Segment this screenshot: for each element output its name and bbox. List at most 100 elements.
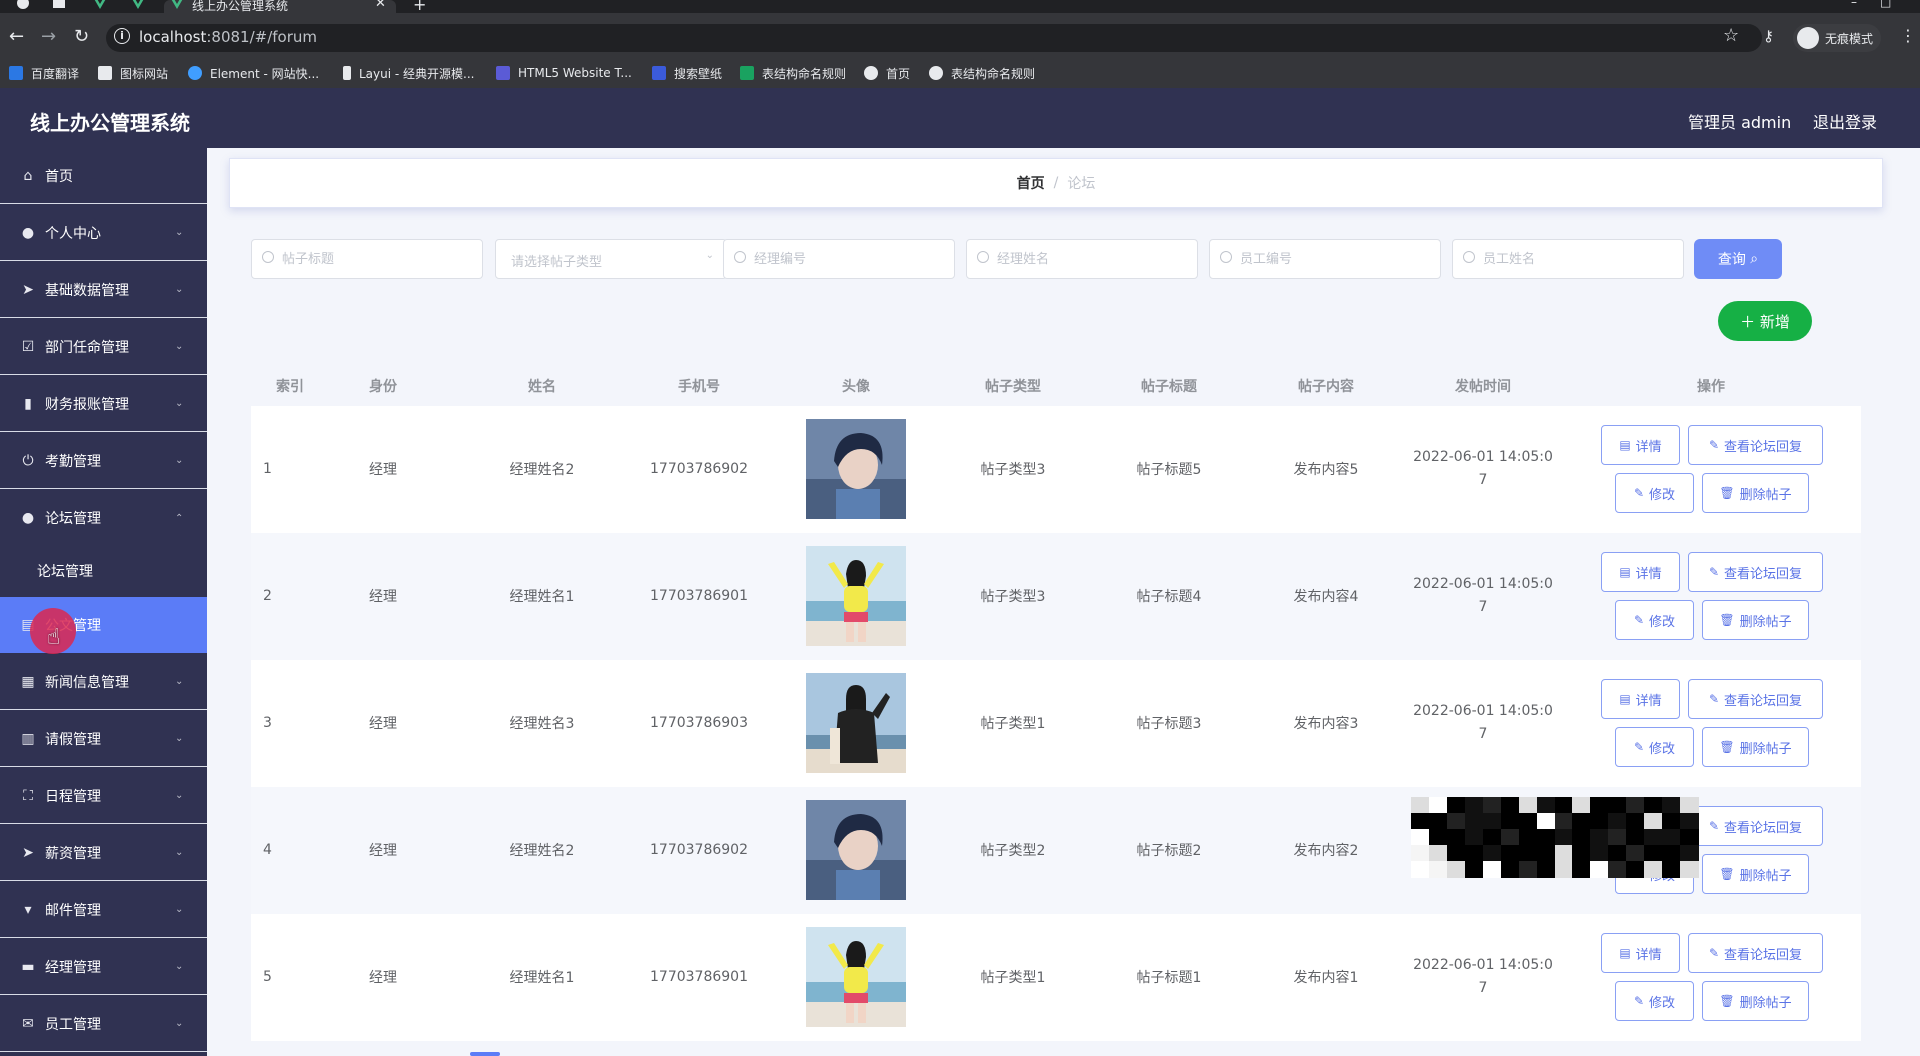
view-replies-button[interactable]: ✎ 查看论坛回复 bbox=[1688, 552, 1823, 592]
mosaic-cell bbox=[1626, 829, 1645, 846]
view-replies-button[interactable]: ✎ 查看论坛回复 bbox=[1688, 679, 1823, 719]
delete-post-button[interactable]: 🗑 删除帖子 bbox=[1702, 473, 1809, 513]
cell-phone: 17703786902 bbox=[650, 461, 748, 477]
back-icon[interactable]: ← bbox=[9, 27, 24, 47]
sidebar-item-basic-data[interactable]: ➤ 基础数据管理 ⌄ bbox=[0, 262, 207, 318]
bookmark-star-icon[interactable]: ☆ bbox=[1723, 25, 1739, 46]
query-button[interactable]: 查询 ⌕ bbox=[1694, 239, 1782, 279]
add-button[interactable]: ＋ 新增 bbox=[1718, 301, 1812, 341]
sidebar-item-forum[interactable]: ● 论坛管理 ⌃ bbox=[0, 490, 207, 546]
staff-no-input[interactable] bbox=[1240, 248, 1430, 270]
sidebar-item-dept[interactable]: ☑ 部门任命管理 ⌄ bbox=[0, 319, 207, 375]
chevron-down-icon: ⌄ bbox=[175, 1018, 184, 1029]
sidebar-item-home[interactable]: ⌂ 首页 bbox=[0, 148, 207, 204]
avatar bbox=[806, 673, 906, 773]
sidebar-item-salary[interactable]: ➤ 薪资管理 ⌄ bbox=[0, 825, 207, 881]
view-replies-button[interactable]: ✎ 查看论坛回复 bbox=[1688, 425, 1823, 465]
cell-name: 经理姓名3 bbox=[509, 716, 575, 732]
header-post-time: 发帖时间 bbox=[1455, 379, 1511, 395]
sidebar-item-managers[interactable]: ▬ 经理管理 ⌄ bbox=[0, 939, 207, 995]
sidebar-subitem-forum[interactable]: 论坛管理 bbox=[0, 543, 207, 599]
edit-icon: ✎ bbox=[1708, 565, 1720, 579]
post-type-select[interactable]: 请选择帖子类型 ⌄ bbox=[495, 239, 727, 279]
mosaic-cell bbox=[1554, 861, 1573, 878]
edit-button[interactable]: ✎修改 bbox=[1615, 600, 1694, 640]
cell-post-title: 帖子标题4 bbox=[1136, 589, 1202, 605]
post-title-input[interactable] bbox=[282, 248, 472, 270]
manager-name-input[interactable] bbox=[997, 248, 1187, 270]
manager-no-input[interactable] bbox=[754, 248, 944, 270]
post-title-filter[interactable] bbox=[251, 239, 483, 279]
bookmark-item[interactable]: Layui - 经典开源模... bbox=[343, 63, 474, 83]
minimize-icon[interactable]: – bbox=[1851, 0, 1857, 9]
header-name: 姓名 bbox=[528, 379, 556, 395]
bookmark-item[interactable]: 表结构命名规则 bbox=[929, 63, 1035, 83]
logout-link[interactable]: 退出登录 bbox=[1813, 109, 1877, 133]
page-tab-icon[interactable] bbox=[52, 0, 66, 10]
cell-post-content: 发布内容1 bbox=[1293, 970, 1359, 986]
detail-button[interactable]: ▤详情 bbox=[1601, 425, 1680, 465]
address-bar[interactable] bbox=[106, 24, 1762, 52]
info-icon[interactable]: i bbox=[114, 28, 130, 44]
bookmark-item[interactable]: Element - 网站快... bbox=[188, 63, 319, 83]
view-replies-button[interactable]: ✎ 查看论坛回复 bbox=[1688, 933, 1823, 973]
vue-tab-icon[interactable] bbox=[131, 0, 145, 10]
incognito-tab-icon[interactable] bbox=[16, 0, 30, 10]
mosaic-cell bbox=[1554, 829, 1573, 846]
manager-name-filter[interactable] bbox=[966, 239, 1198, 279]
cell-phone: 17703786902 bbox=[650, 842, 748, 858]
view-replies-button[interactable]: ✎ 查看论坛回复 bbox=[1688, 806, 1823, 846]
detail-button[interactable]: ▤详情 bbox=[1601, 933, 1680, 973]
forward-icon[interactable]: → bbox=[41, 27, 56, 47]
reload-icon[interactable]: ↻ bbox=[74, 27, 89, 47]
mosaic-cell bbox=[1626, 813, 1645, 830]
key-icon[interactable]: ⚷ bbox=[1763, 27, 1774, 45]
bookmark-item[interactable]: HTML5 Website T... bbox=[496, 63, 632, 83]
mosaic-cell bbox=[1536, 845, 1555, 862]
new-tab-icon[interactable]: + bbox=[413, 0, 426, 14]
maximize-icon[interactable]: □ bbox=[1880, 0, 1891, 9]
sidebar-item-schedule[interactable]: ⛶ 日程管理 ⌄ bbox=[0, 768, 207, 824]
mosaic-cell bbox=[1626, 861, 1645, 878]
staff-no-filter[interactable] bbox=[1209, 239, 1441, 279]
edit-icon: ✎ bbox=[1633, 994, 1645, 1008]
sidebar-item-finance[interactable]: ▮ 财务报账管理 ⌄ bbox=[0, 376, 207, 432]
bookmark-item[interactable]: 图标网站 bbox=[98, 63, 168, 83]
sidebar-item-attendance[interactable]: ⏻ 考勤管理 ⌄ bbox=[0, 433, 207, 489]
sidebar-item-leave[interactable]: ▥ 请假管理 ⌄ bbox=[0, 711, 207, 767]
mosaic-cell bbox=[1482, 861, 1502, 878]
delete-post-button[interactable]: 🗑 删除帖子 bbox=[1702, 727, 1809, 767]
table-row: 3 经理 经理姓名3 17703786903 帖子类型1 帖子标题3 发布内容3 2022-0… bbox=[251, 660, 1861, 787]
delete-post-button[interactable]: 🗑 删除帖子 bbox=[1702, 600, 1809, 640]
sidebar-item-profile[interactable]: ● 个人中心 ⌄ bbox=[0, 205, 207, 261]
vue-tab-icon[interactable] bbox=[93, 0, 107, 10]
detail-button[interactable]: ▤详情 bbox=[1601, 679, 1680, 719]
bookmark-item[interactable]: 表结构命名规则 bbox=[740, 63, 846, 83]
menu-icon[interactable]: ⋮ bbox=[1900, 26, 1916, 45]
edit-button[interactable]: ✎修改 bbox=[1615, 473, 1694, 513]
staff-name-filter[interactable] bbox=[1452, 239, 1684, 279]
breadcrumb-separator: / bbox=[1053, 175, 1059, 191]
breadcrumb-home[interactable]: 首页 bbox=[1017, 173, 1045, 193]
cell-post-type: 帖子类型3 bbox=[980, 462, 1046, 478]
manager-no-filter[interactable] bbox=[723, 239, 955, 279]
edit-button[interactable]: ✎修改 bbox=[1615, 727, 1694, 767]
bookmark-item[interactable]: 百度翻译 bbox=[9, 63, 79, 83]
url-text[interactable]: localhost:8081/#/forum bbox=[139, 28, 317, 46]
detail-button[interactable]: ▤详情 bbox=[1601, 552, 1680, 592]
bookmark-item[interactable]: 搜索壁纸 bbox=[652, 63, 722, 83]
delete-post-button[interactable]: 🗑 删除帖子 bbox=[1702, 854, 1809, 894]
sidebar-item-mail[interactable]: ▾ 邮件管理 ⌄ bbox=[0, 882, 207, 938]
edit-button[interactable]: ✎修改 bbox=[1615, 981, 1694, 1021]
avatar bbox=[806, 546, 906, 646]
cell-post-content: 发布内容5 bbox=[1293, 462, 1359, 478]
sidebar-item-staff[interactable]: ✉ 员工管理 ⌄ bbox=[0, 996, 207, 1052]
table-row: 5 经理 经理姓名1 17703786901 帖子类型1 帖子标题1 发布内容1 2022-0… bbox=[251, 914, 1861, 1041]
mosaic-cell bbox=[1608, 829, 1627, 846]
delete-post-button[interactable]: 🗑 删除帖子 bbox=[1702, 981, 1809, 1021]
close-tab-icon[interactable]: ✕ bbox=[375, 0, 386, 11]
sidebar-item-news[interactable]: ▦ 新闻信息管理 ⌄ bbox=[0, 654, 207, 710]
bookmark-item[interactable]: 首页 bbox=[864, 63, 910, 83]
mosaic-cell bbox=[1428, 861, 1448, 878]
staff-name-input[interactable] bbox=[1483, 248, 1673, 270]
